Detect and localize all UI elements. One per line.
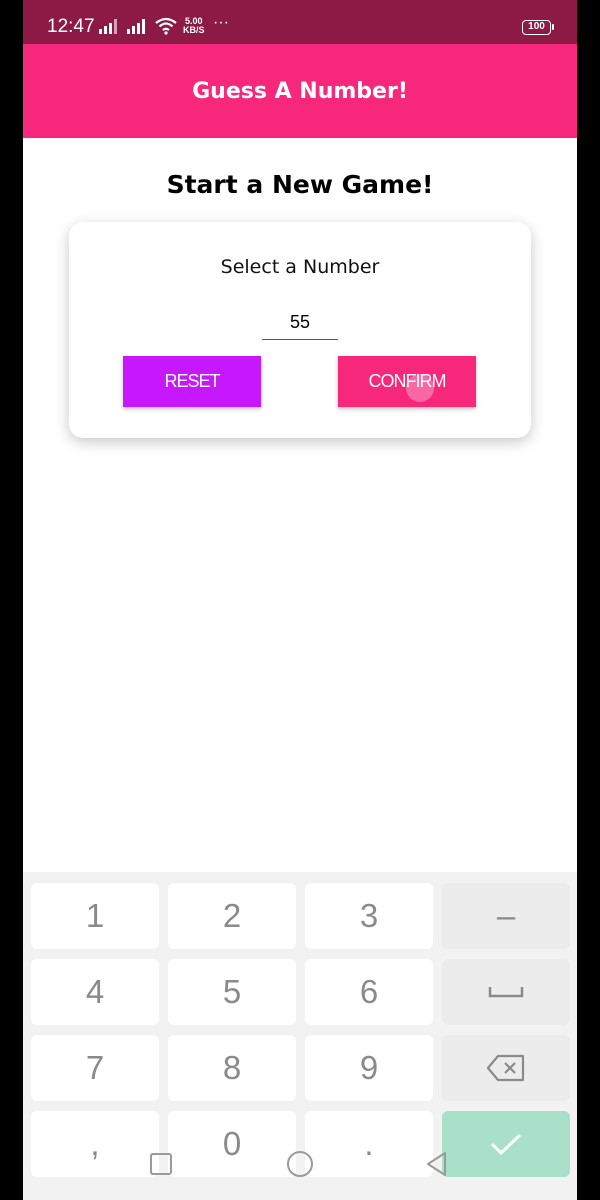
more-notifications-icon: ···	[213, 14, 229, 31]
reset-button-label: RESET	[164, 371, 220, 391]
home-icon[interactable]	[286, 1150, 314, 1178]
key-4[interactable]: 4	[31, 959, 159, 1025]
key-1[interactable]: 1	[31, 883, 159, 949]
back-icon[interactable]	[423, 1150, 451, 1178]
backspace-icon	[486, 1054, 525, 1082]
number-input[interactable]	[262, 306, 338, 340]
recents-icon[interactable]	[147, 1150, 175, 1178]
signal-icon	[127, 18, 147, 34]
app-header: Guess A Number!	[23, 44, 577, 138]
app-title: Guess A Number!	[192, 78, 408, 104]
input-card: Select a Number RESET CONFIRM	[69, 222, 531, 438]
key-8[interactable]: 8	[168, 1035, 296, 1101]
confirm-button[interactable]: CONFIRM	[338, 356, 476, 407]
key-6[interactable]: 6	[305, 959, 433, 1025]
key-9[interactable]: 9	[305, 1035, 433, 1101]
reset-button[interactable]: RESET	[123, 356, 261, 407]
key-7[interactable]: 7	[31, 1035, 159, 1101]
network-speed-unit: KB/S	[183, 25, 205, 35]
status-bar: 12:47 5.00 KB/S ··· 100	[23, 0, 577, 44]
wifi-icon	[155, 17, 177, 35]
screen-title: Start a New Game!	[166, 170, 434, 199]
status-time: 12:47	[47, 16, 95, 37]
battery-icon: 100	[522, 20, 554, 35]
select-number-label: Select a Number	[220, 256, 380, 278]
signal-icon	[99, 18, 119, 34]
key-3[interactable]: 3	[305, 883, 433, 949]
touch-ripple	[406, 374, 434, 402]
space-icon	[488, 987, 524, 998]
phone-screen: 12:47 5.00 KB/S ··· 100 Guess A Number! …	[23, 0, 577, 1200]
key-space[interactable]	[442, 959, 570, 1025]
key-2[interactable]: 2	[168, 883, 296, 949]
network-speed: 5.00 KB/S	[183, 17, 205, 35]
navigation-bar	[23, 1130, 577, 1200]
key-minus[interactable]: –	[442, 883, 570, 949]
key-backspace[interactable]	[442, 1035, 570, 1101]
key-5[interactable]: 5	[168, 959, 296, 1025]
